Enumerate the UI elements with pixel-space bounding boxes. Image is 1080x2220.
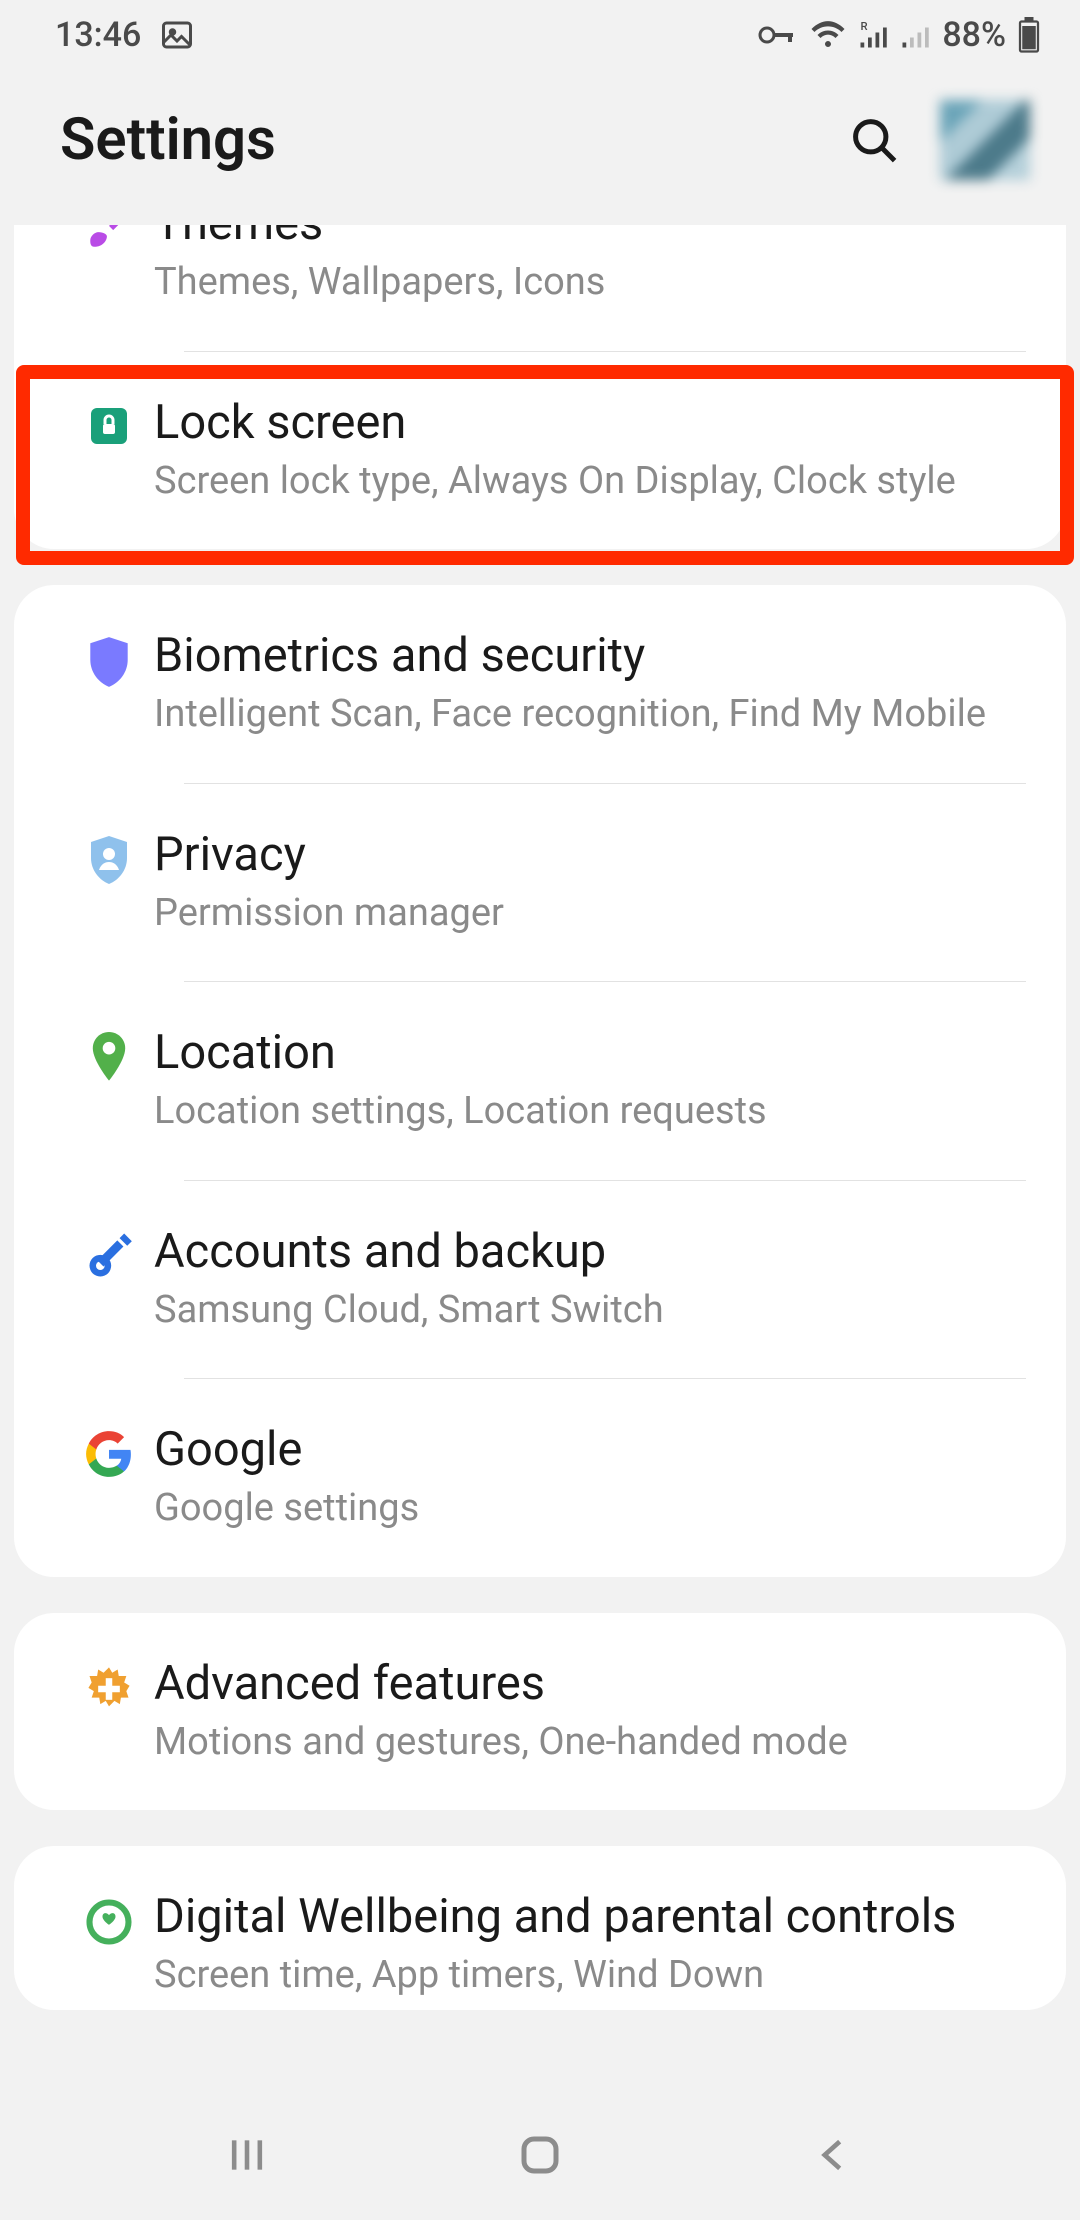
shield-icon [64,635,154,689]
item-subtitle: Samsung Cloud, Smart Switch [154,1287,1036,1335]
item-title: Biometrics and security [154,629,1036,683]
item-subtitle: Motions and gestures, One-handed mode [154,1719,1036,1767]
signal-weak-icon [900,20,930,50]
settings-item-advanced[interactable]: Advanced features Motions and gestures, … [14,1613,1066,1811]
item-subtitle: Intelligent Scan, Face recognition, Find… [154,691,1036,739]
settings-item-google[interactable]: Google Google settings [14,1379,1066,1577]
home-button[interactable] [510,2125,570,2185]
item-subtitle: Themes, Wallpapers, Icons [154,259,1036,307]
search-button[interactable] [848,114,900,166]
settings-group: Themes Themes, Wallpapers, Icons Lock sc… [14,225,1066,549]
status-bar: 13:46 R 88% [0,0,1080,70]
settings-group: Advanced features Motions and gestures, … [14,1613,1066,1811]
picture-icon [159,17,195,53]
item-subtitle: Permission manager [154,890,1036,938]
item-subtitle: Screen time, App timers, Wind Down [154,1952,1036,2000]
pin-icon [64,1032,154,1086]
settings-item-wellbeing[interactable]: Digital Wellbeing and parental controls … [14,1846,1066,2010]
shield-user-icon [64,834,154,886]
battery-icon [1018,17,1040,53]
brush-icon [64,225,154,253]
settings-item-biometrics[interactable]: Biometrics and security Intelligent Scan… [14,585,1066,783]
item-title: Digital Wellbeing and parental controls [154,1890,1036,1944]
settings-group: Biometrics and security Intelligent Scan… [14,585,1066,1577]
vpn-key-icon [758,23,798,47]
item-title: Advanced features [154,1657,1036,1711]
item-title: Google [154,1423,1036,1477]
navigation-bar [0,2090,1080,2220]
recents-button[interactable] [217,2125,277,2185]
settings-item-location[interactable]: Location Location settings, Location req… [14,982,1066,1180]
item-title: Lock screen [154,396,1036,450]
svg-text:R: R [861,20,868,33]
key-icon [64,1231,154,1283]
item-subtitle: Location settings, Location requests [154,1088,1036,1136]
item-title: Privacy [154,828,1036,882]
back-button[interactable] [803,2125,863,2185]
gear-plus-icon [64,1663,154,1715]
settings-item-themes[interactable]: Themes Themes, Wallpapers, Icons [14,225,1066,351]
status-time: 13:46 [55,15,141,55]
app-header: Settings [0,70,1080,230]
settings-group: Digital Wellbeing and parental controls … [14,1846,1066,2010]
settings-item-privacy[interactable]: Privacy Permission manager [14,784,1066,982]
signal-roaming-icon: R [858,20,888,50]
settings-item-lock-screen[interactable]: Lock screen Screen lock type, Always On … [14,352,1066,550]
google-icon [64,1429,154,1479]
item-subtitle: Screen lock type, Always On Display, Clo… [154,458,1036,506]
item-title: Location [154,1026,1036,1080]
lock-icon [64,402,154,450]
settings-scroll[interactable]: Themes Themes, Wallpapers, Icons Lock sc… [0,225,1080,2090]
wifi-icon [810,20,846,50]
profile-avatar[interactable] [940,100,1030,180]
page-title: Settings [60,106,276,174]
battery-percent: 88% [942,15,1006,55]
wellbeing-icon [64,1896,154,1948]
item-title: Themes [154,225,1036,251]
settings-item-accounts[interactable]: Accounts and backup Samsung Cloud, Smart… [14,1181,1066,1379]
item-subtitle: Google settings [154,1485,1036,1533]
item-title: Accounts and backup [154,1225,1036,1279]
